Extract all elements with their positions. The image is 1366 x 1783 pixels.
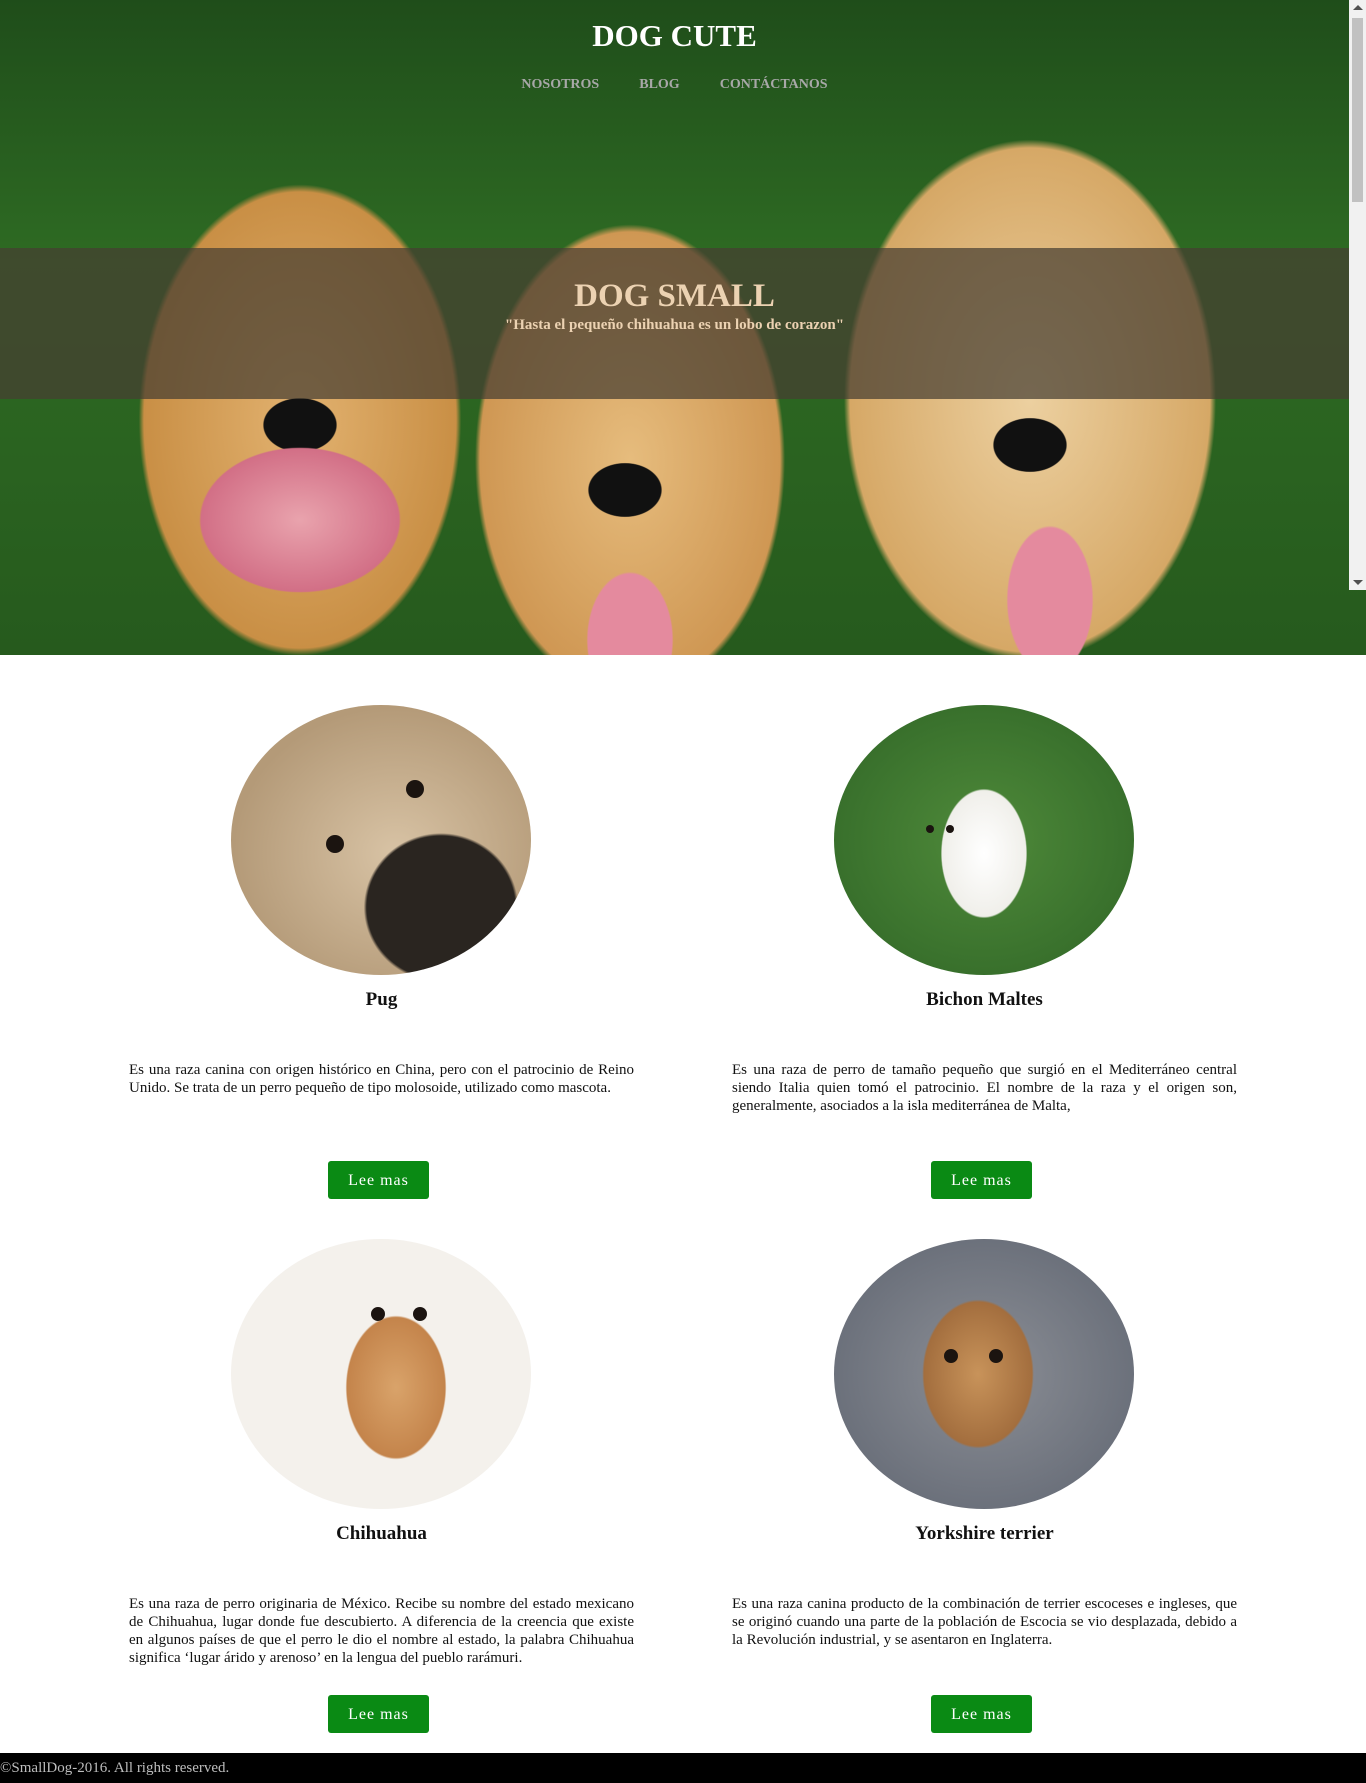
hero-banner: DOG SMALL "Hasta el pequeño chihuahua es… <box>0 248 1349 399</box>
scroll-up-arrow-icon[interactable] <box>1353 5 1363 10</box>
read-more-button[interactable]: Lee mas <box>328 1695 429 1733</box>
nav-contactanos[interactable]: CONTÁCTANOS <box>720 77 828 93</box>
read-more-button[interactable]: Lee mas <box>931 1695 1032 1733</box>
dog-name: Pug <box>365 989 398 1010</box>
banner-title: DOG SMALL <box>574 278 775 314</box>
dog-name: Chihuahua <box>336 1523 427 1544</box>
scrollbar[interactable] <box>1349 0 1366 590</box>
dog-description: Es una raza canina producto de la combin… <box>732 1596 1237 1648</box>
pug-photo <box>231 705 531 975</box>
chihuahua-photo <box>231 1239 531 1509</box>
dog-eye-icon <box>926 825 934 833</box>
footer-copyright: ©SmallDog-2016. All rights reserved. <box>0 1760 230 1776</box>
dog-eye-icon <box>371 1307 385 1321</box>
dog-eye-icon <box>944 1349 958 1363</box>
read-more-button[interactable]: Lee mas <box>931 1161 1032 1199</box>
scrollbar-thumb[interactable] <box>1352 18 1363 202</box>
dog-description: Es una raza de perro de tamaño pequeño q… <box>732 1062 1237 1114</box>
dog-eye-icon <box>326 835 344 853</box>
dog-description: Es una raza de perro originaria de Méxic… <box>129 1596 634 1666</box>
dog-eye-icon <box>946 825 954 833</box>
main-nav: NOSOTROS BLOG CONTÁCTANOS <box>0 75 1349 93</box>
scroll-down-arrow-icon[interactable] <box>1353 580 1363 585</box>
dog-description: Es una raza canina con origen histórico … <box>129 1062 634 1096</box>
footer: ©SmallDog-2016. All rights reserved. <box>0 1753 1366 1783</box>
yorkshire-terrier-photo <box>834 1239 1134 1509</box>
dog-name: Bichon Maltes <box>926 989 1043 1010</box>
dog-eye-icon <box>406 780 424 798</box>
banner-quote: "Hasta el pequeño chihuahua es un lobo d… <box>504 317 845 333</box>
dog-name: Yorkshire terrier <box>915 1523 1054 1544</box>
read-more-button[interactable]: Lee mas <box>328 1161 429 1199</box>
hero-section: DOG CUTE NOSOTROS BLOG CONTÁCTANOS DOG S… <box>0 0 1366 655</box>
nav-nosotros[interactable]: NOSOTROS <box>521 77 599 93</box>
dog-eye-icon <box>413 1307 427 1321</box>
bichon-maltes-photo <box>834 705 1134 975</box>
site-title: DOG CUTE <box>592 18 757 53</box>
dog-eye-icon <box>989 1349 1003 1363</box>
nav-blog[interactable]: BLOG <box>639 77 679 93</box>
